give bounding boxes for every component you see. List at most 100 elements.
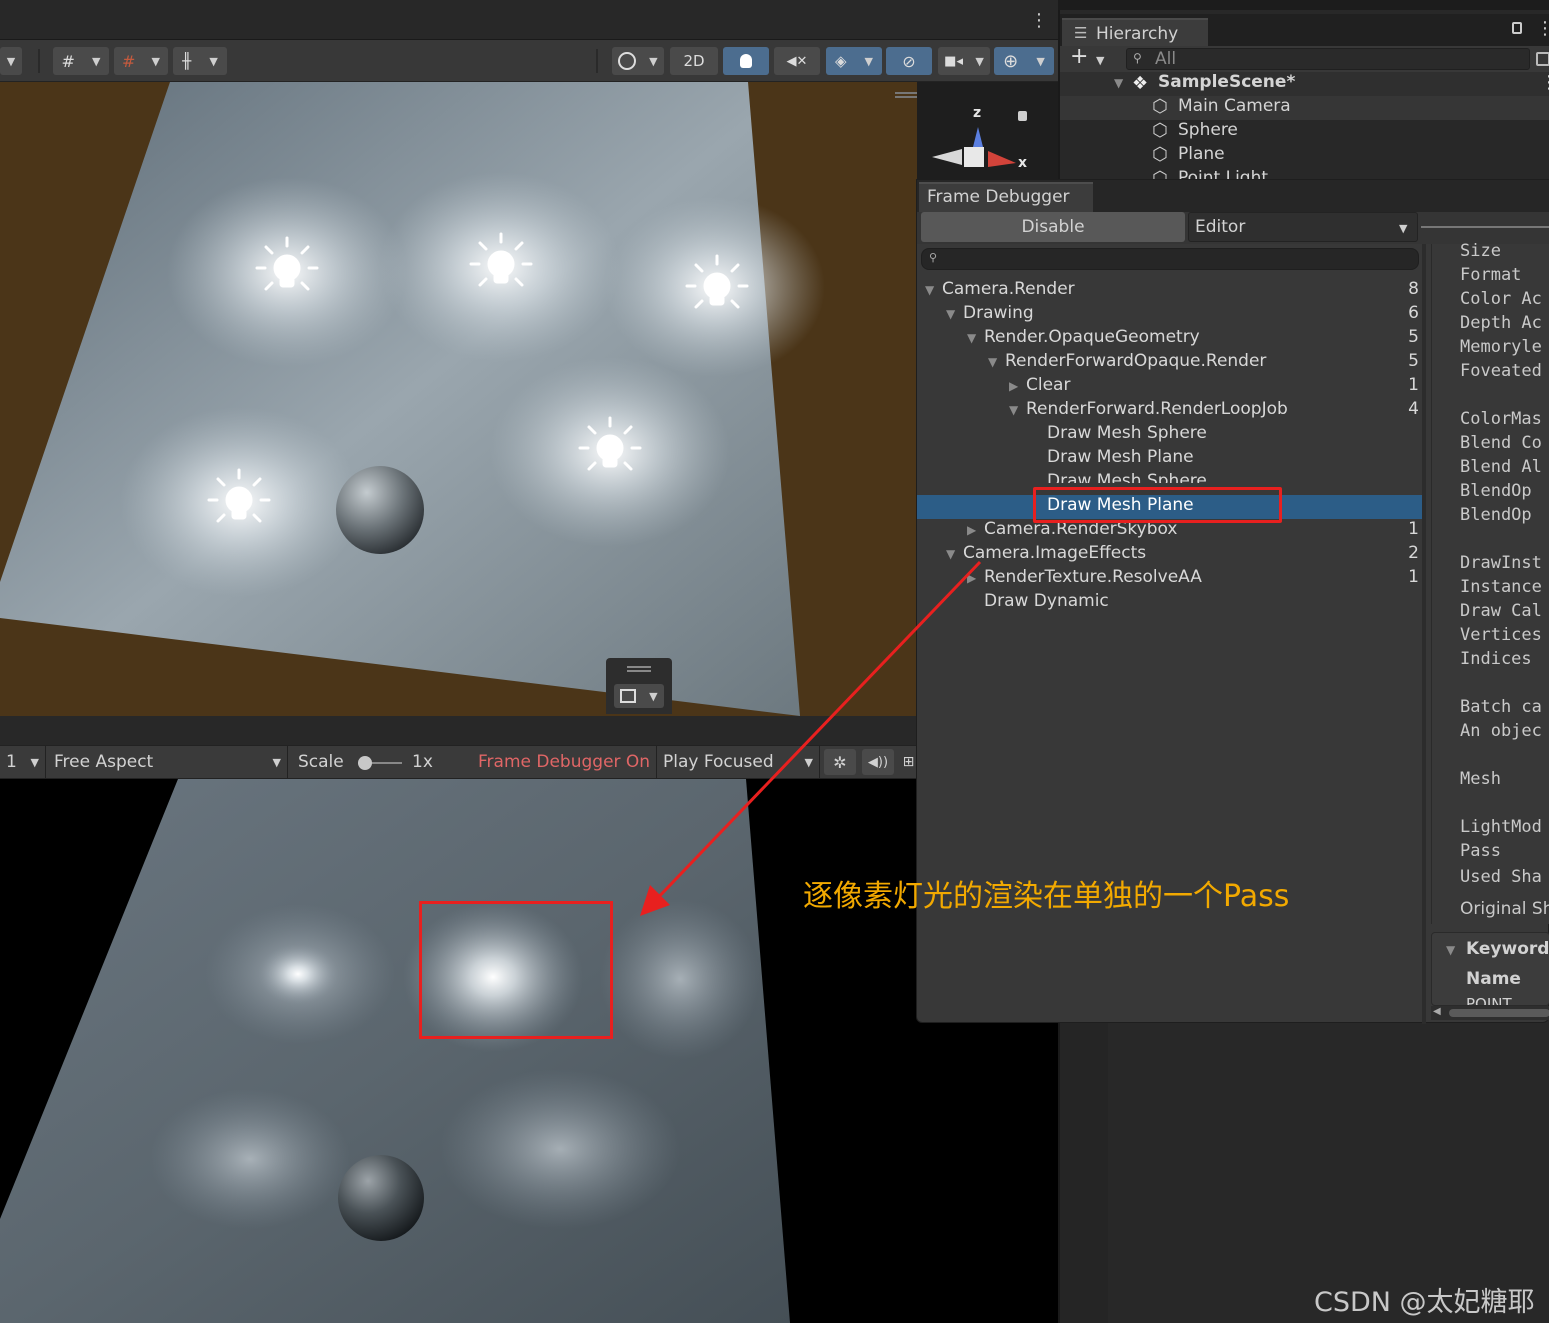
lock-icon[interactable]	[1018, 111, 1027, 121]
collapse-arrow-icon[interactable]: ▶	[967, 523, 976, 537]
bug-toggle[interactable]: ✲	[824, 749, 856, 775]
horizontal-scrollbar[interactable]: ◀	[1431, 1006, 1549, 1020]
tree-row[interactable]: ▼ Camera.Render 8	[917, 279, 1422, 303]
panel-splitter[interactable]	[1422, 244, 1426, 1024]
hierarchy-item-label: Main Camera	[1178, 96, 1291, 116]
hierarchy-item[interactable]: ⬡ Sphere	[1060, 120, 1549, 144]
overlay-menu[interactable]: ▼	[606, 658, 672, 714]
tree-row-count: 1	[1408, 375, 1419, 395]
sphere-mesh	[336, 466, 424, 554]
stats-toggle[interactable]: ⊞	[900, 749, 917, 775]
collapse-arrow-icon[interactable]: ▶	[1009, 379, 1018, 393]
play-mode-dropdown[interactable]: Play Focused ▼	[656, 746, 820, 778]
property-label: Used Sha	[1460, 867, 1542, 887]
view-options-dropdown[interactable]: ▼	[0, 47, 22, 75]
overlay-drag-handle[interactable]	[627, 666, 651, 672]
gameobject-cube-icon: ⬡	[1152, 168, 1168, 179]
tree-row[interactable]: ▼ Camera.ImageEffects 2	[917, 543, 1422, 567]
effects-icon: ◈	[834, 52, 847, 70]
overlay-toggle-button[interactable]: ▼	[614, 684, 664, 708]
hierarchy-search-input[interactable]: ⚲ All	[1126, 48, 1530, 70]
tree-row[interactable]: ▼ Drawing 6	[917, 303, 1422, 327]
disable-button[interactable]: Disable	[921, 212, 1185, 242]
expand-arrow-icon[interactable]: ▼	[988, 355, 997, 369]
grid-icon: #	[61, 51, 75, 71]
tab-frame-debugger[interactable]: Frame Debugger	[919, 182, 1093, 212]
keywords-header: Keywords	[1466, 939, 1549, 959]
fd-toolbar: Disable Editor ▼	[917, 212, 1549, 244]
property-label: Vertices	[1460, 625, 1542, 645]
collapse-arrow-icon[interactable]: ▶	[967, 571, 976, 585]
target-dropdown[interactable]: Editor ▼	[1188, 212, 1418, 242]
display-value: 1	[6, 752, 17, 772]
tree-row-label: Clear	[1026, 375, 1071, 395]
kebab-menu-icon[interactable]: ⋮	[1536, 18, 1549, 39]
hierarchy-item[interactable]: ⬡ Main Camera	[1060, 96, 1549, 120]
tree-row-label: Draw Mesh Plane	[1047, 447, 1194, 467]
fd-search-input[interactable]: ⚲	[921, 248, 1419, 270]
tree-row[interactable]: Draw Mesh Plane	[917, 447, 1422, 471]
audio-toggle[interactable]: ◀✕	[774, 47, 820, 75]
keywords-name-header: Name	[1466, 969, 1521, 989]
ruler-button[interactable]: ╫ ▼	[173, 47, 227, 75]
list-icon: ☰	[1074, 24, 1088, 42]
game-view-viewport[interactable]	[0, 779, 1058, 1323]
effects-dropdown[interactable]: ◈ ▼	[826, 47, 882, 75]
tree-row[interactable]: ▼ RenderForwardOpaque.Render 5	[917, 351, 1422, 375]
keywords-section: ▼ Keywords Name POINT	[1431, 932, 1549, 1006]
property-label: DrawInst	[1460, 553, 1542, 573]
hierarchy-item[interactable]: ⬡ Point Light	[1060, 168, 1549, 179]
add-dropdown-caret[interactable]: ▼	[1096, 54, 1104, 67]
tree-row-label: Camera.ImageEffects	[963, 543, 1147, 563]
aspect-dropdown[interactable]: Free Aspect ▼	[48, 746, 288, 778]
orientation-gizmo[interactable]: z x	[928, 105, 1038, 185]
scale-slider-thumb[interactable]	[358, 756, 372, 770]
expand-arrow-icon[interactable]: ▼	[946, 307, 955, 321]
tree-row[interactable]: Draw Mesh Sphere	[917, 423, 1422, 447]
scene-menu-icon[interactable]: ⋮	[1540, 72, 1549, 93]
hierarchy-item[interactable]: ⬡ Plane	[1060, 144, 1549, 168]
scale-slider[interactable]	[358, 756, 402, 770]
expand-arrow-icon[interactable]: ▼	[1114, 76, 1123, 90]
expand-arrow-icon[interactable]: ▼	[946, 547, 955, 561]
event-slider[interactable]	[1421, 226, 1549, 228]
property-label: ColorMas	[1460, 409, 1542, 429]
audio-toggle[interactable]: ◀))	[862, 749, 894, 775]
aspect-value: Free Aspect	[54, 752, 154, 772]
lock-icon[interactable]	[1512, 22, 1522, 34]
add-icon[interactable]: +	[1070, 44, 1088, 69]
scene-view-viewport[interactable]: ▼	[0, 82, 917, 716]
expand-arrow-icon[interactable]: ▼	[1446, 943, 1455, 957]
expand-arrow-icon[interactable]: ▼	[925, 283, 934, 297]
bug-icon: ✲	[833, 752, 847, 772]
property-label: Blend Al	[1460, 457, 1542, 477]
tree-row-label: RenderTexture.ResolveAA	[984, 567, 1202, 587]
tree-row[interactable]: ▶ Clear 1	[917, 375, 1422, 399]
hierarchy-item-label: Point Light	[1178, 168, 1269, 179]
tree-row[interactable]: Draw Mesh Sphere	[917, 471, 1422, 483]
scroll-left-icon[interactable]: ◀	[1433, 1006, 1441, 1017]
search-options-icon[interactable]	[1536, 52, 1549, 66]
tree-row[interactable]: ▼ RenderForward.RenderLoopJob 4	[917, 399, 1422, 423]
overlay-drag-handle[interactable]	[895, 92, 917, 98]
tree-row[interactable]: Draw Dynamic	[917, 591, 1422, 615]
gizmos-dropdown[interactable]: ⊕ ▼	[994, 47, 1054, 75]
hierarchy-tabbar: ☰ Hierarchy ⋮	[1060, 14, 1549, 50]
scene-visibility-toggle[interactable]: ⊘	[886, 47, 932, 75]
scrollbar-thumb[interactable]	[1449, 1009, 1549, 1017]
kebab-menu-icon[interactable]: ⋮	[1030, 12, 1048, 32]
expand-arrow-icon[interactable]: ▼	[1009, 403, 1018, 417]
hierarchy-tab-label: Hierarchy	[1096, 24, 1179, 44]
display-dropdown[interactable]: 1 ▼	[0, 746, 46, 778]
camera-settings-dropdown[interactable]: ■◂ ▼	[938, 47, 990, 75]
grid-snap-button[interactable]: # ▼	[53, 47, 109, 75]
increment-snap-button[interactable]: # ▼	[114, 47, 168, 75]
property-label: Size	[1460, 241, 1501, 261]
scene-row[interactable]: ▼ ❖ SampleScene* ⋮	[1060, 72, 1549, 96]
draw-mode-dropdown[interactable]: ▼	[612, 47, 664, 75]
expand-arrow-icon[interactable]: ▼	[967, 331, 976, 345]
tree-row[interactable]: ▼ Render.OpaqueGeometry 5	[917, 327, 1422, 351]
toggle-2d-button[interactable]: 2D	[670, 47, 718, 75]
lighting-toggle[interactable]	[723, 47, 769, 75]
tree-row[interactable]: ▶ RenderTexture.ResolveAA 1	[917, 567, 1422, 591]
